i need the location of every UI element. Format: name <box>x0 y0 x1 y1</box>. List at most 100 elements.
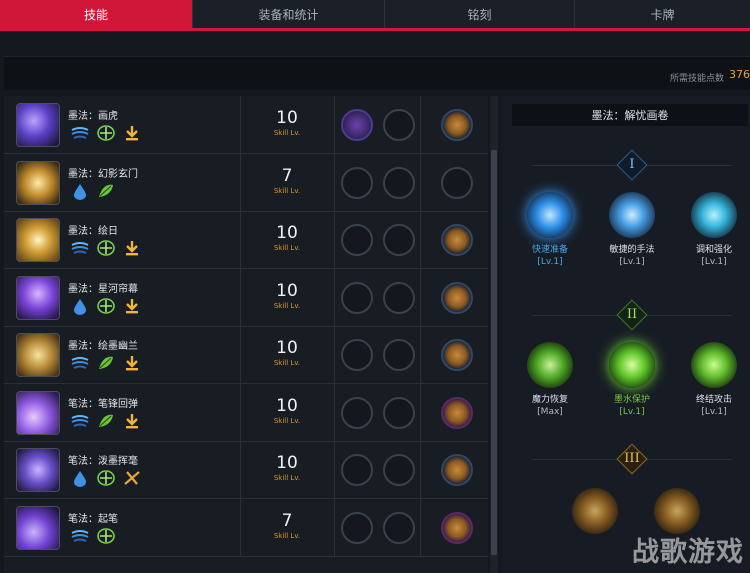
gold-arrow-tripod-icon[interactable] <box>122 239 142 257</box>
rune-slot[interactable] <box>441 281 473 314</box>
gold-arrow-tripod-icon[interactable] <box>122 412 142 430</box>
first-stroke-icon[interactable] <box>16 505 60 550</box>
gold-rune-icon[interactable] <box>572 488 618 534</box>
green-leaf-tripod-icon[interactable] <box>96 412 116 430</box>
ink-orchid-icon[interactable] <box>16 333 60 377</box>
skill-level-value[interactable]: 7 <box>242 166 332 186</box>
skill-name: 墨法：画虎 <box>68 111 118 122</box>
skill-level-value[interactable]: 10 <box>242 281 332 301</box>
green-cross-tripod-icon[interactable] <box>96 527 116 545</box>
column-divider <box>334 498 335 556</box>
column-divider <box>420 326 421 383</box>
ink-protect-icon[interactable] <box>609 342 655 388</box>
skill-level-caption: Skill Lv. <box>273 244 301 252</box>
skill-row[interactable]: 墨法：星河帘幕 10 Skill Lv. <box>4 268 488 327</box>
agile-hand-icon[interactable] <box>609 192 655 238</box>
gold-arrow-tripod-icon[interactable] <box>122 124 142 142</box>
gem-slot[interactable] <box>383 281 415 314</box>
gem-slot[interactable] <box>341 109 373 141</box>
harmony-icon[interactable] <box>691 192 737 238</box>
gem-slot[interactable] <box>383 339 415 371</box>
starry-curtain-icon[interactable] <box>16 275 60 320</box>
finish-attack-icon[interactable] <box>691 342 737 388</box>
tripod-node[interactable]: 终结攻击 [Lv.1] <box>674 342 750 417</box>
blue-drop-tripod-icon[interactable] <box>70 297 90 315</box>
skill-level-value[interactable]: 10 <box>242 223 332 243</box>
skill-row[interactable]: 墨法：幻影玄门 7 Skill Lv. <box>4 153 488 212</box>
gold-rune-icon[interactable] <box>654 488 700 534</box>
blue-wave-tripod-icon[interactable] <box>70 239 90 257</box>
skill-level-caption: Skill Lv. <box>273 531 301 540</box>
quick-prep-icon[interactable] <box>527 192 573 238</box>
skill-points-bar: 所需技能点数 376 <box>4 56 750 90</box>
blue-wave-tripod-icon[interactable] <box>70 354 90 372</box>
paint-tiger-icon[interactable] <box>16 103 60 147</box>
skill-row[interactable]: 墨法：画虎 10 Skill Lv. <box>4 96 488 154</box>
rune-slot[interactable] <box>441 109 473 141</box>
tripod-node[interactable]: 快速准备 [Lv.1] <box>510 192 590 267</box>
blue-wave-tripod-icon[interactable] <box>70 412 90 430</box>
tab-engraving[interactable]: 铭刻 <box>385 0 575 28</box>
gold-cross-tripod-icon[interactable] <box>122 469 142 487</box>
gold-arrow-tripod-icon[interactable] <box>122 354 142 372</box>
skill-level-value[interactable]: 10 <box>242 396 332 416</box>
green-leaf-tripod-icon[interactable] <box>96 182 116 200</box>
gem-slot[interactable] <box>341 281 373 314</box>
phantom-gate-icon[interactable] <box>16 160 60 205</box>
gem-slot[interactable] <box>341 339 373 371</box>
rune-slot[interactable] <box>441 454 473 486</box>
skill-row[interactable]: 笔法：笔锋回弹 10 Skill Lv. <box>4 383 488 442</box>
tab-skills[interactable]: 技能 <box>0 0 193 28</box>
blue-drop-tripod-icon[interactable] <box>70 469 90 487</box>
skill-points-value: 376 <box>729 68 750 81</box>
blue-wave-tripod-icon[interactable] <box>70 124 90 142</box>
tab-cards[interactable]: 卡牌 <box>575 0 750 28</box>
green-cross-tripod-icon[interactable] <box>96 239 116 257</box>
skill-name: 墨法：绘日 <box>68 226 118 237</box>
gem-slot[interactable] <box>341 396 373 429</box>
scrollbar-thumb[interactable] <box>491 150 497 555</box>
gem-slot[interactable] <box>383 109 415 141</box>
blue-drop-tripod-icon[interactable] <box>70 182 90 200</box>
gem-slot[interactable] <box>341 224 373 256</box>
gem-slot[interactable] <box>383 224 415 256</box>
tab-equipment-stats[interactable]: 装备和统计 <box>193 0 385 28</box>
skill-level-value[interactable]: 7 <box>242 511 332 531</box>
green-leaf-tripod-icon[interactable] <box>96 354 116 372</box>
skill-row[interactable]: 笔法：起笔 7 Skill Lv. <box>4 498 488 557</box>
rune-slot[interactable] <box>441 396 473 429</box>
mana-recover-icon[interactable] <box>527 342 573 388</box>
skill-row[interactable]: 笔法：泼墨挥毫 10 Skill Lv. <box>4 441 488 499</box>
green-cross-tripod-icon[interactable] <box>96 469 116 487</box>
paint-sun-icon[interactable] <box>16 218 60 262</box>
green-cross-tripod-icon[interactable] <box>96 124 116 142</box>
gem-slot[interactable] <box>341 454 373 486</box>
skill-level-value[interactable]: 10 <box>242 338 332 358</box>
gem-slot[interactable] <box>383 454 415 486</box>
green-cross-tripod-icon[interactable] <box>96 297 116 315</box>
gem-slot[interactable] <box>341 511 373 544</box>
rune-slot[interactable] <box>441 511 473 544</box>
tripod-node-name: 魔力恢复 <box>531 395 568 405</box>
gold-arrow-tripod-icon[interactable] <box>122 297 142 315</box>
brush-rebound-icon[interactable] <box>16 390 60 435</box>
gem-slot[interactable] <box>383 396 415 429</box>
tripod-node[interactable]: 魔力恢复 [Max] <box>510 342 590 417</box>
gem-slot[interactable] <box>341 166 373 199</box>
splash-ink-icon[interactable] <box>16 448 60 492</box>
skill-level-caption: Skill Lv. <box>273 186 301 195</box>
tripod-node[interactable]: 调和强化 [Lv.1] <box>674 192 750 267</box>
blue-wave-tripod-icon[interactable] <box>70 527 90 545</box>
skill-row[interactable]: 墨法：绘日 10 Skill Lv. <box>4 211 488 269</box>
skill-row[interactable]: 墨法：绘墨幽兰 10 Skill Lv. <box>4 326 488 384</box>
rune-slot[interactable] <box>441 224 473 256</box>
tripod-node[interactable]: 墨水保护 [Lv.1] <box>592 342 672 417</box>
column-divider <box>334 441 335 498</box>
gem-slot[interactable] <box>383 511 415 544</box>
rune-slot[interactable] <box>441 166 473 199</box>
skill-level-value[interactable]: 10 <box>242 453 332 473</box>
gem-slot[interactable] <box>383 166 415 199</box>
tripod-node[interactable]: 敏捷的手法 [Lv.1] <box>592 192 672 267</box>
skill-level-value[interactable]: 10 <box>242 108 332 128</box>
rune-slot[interactable] <box>441 339 473 371</box>
